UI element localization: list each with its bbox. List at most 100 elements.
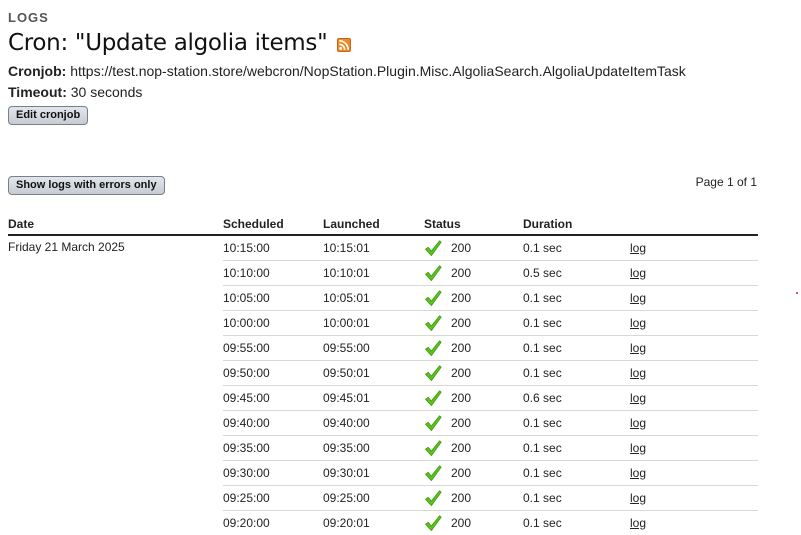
scheduled-time: 10:05:00 [223, 285, 323, 311]
launched-time: 10:05:01 [323, 285, 424, 311]
status-code: 200 [451, 341, 472, 355]
launched-time: 09:30:01 [323, 460, 424, 486]
log-link[interactable]: log [630, 416, 646, 430]
show-errors-only-button[interactable]: Show logs with errors only [8, 176, 165, 195]
duration-value: 0.1 sec [523, 360, 630, 386]
log-link[interactable]: log [630, 266, 646, 280]
status-code: 200 [451, 266, 472, 280]
duration-value: 0.6 sec [523, 385, 630, 411]
launched-time: 09:55:00 [323, 335, 424, 361]
launched-time: 09:25:00 [323, 485, 424, 511]
green-check-icon [424, 389, 442, 407]
status-code: 200 [451, 316, 472, 330]
rss-feed-icon[interactable] [337, 38, 352, 52]
log-link[interactable]: log [630, 391, 646, 405]
cronjob-line: Cronjob: https://test.nop-station.store/… [8, 63, 686, 79]
column-header-duration: Duration [523, 212, 630, 236]
column-header-scheduled: Scheduled [223, 212, 323, 236]
log-cell: log [630, 510, 758, 535]
scheduled-time: 09:30:00 [223, 460, 323, 486]
green-check-icon [424, 239, 442, 257]
column-header-date: Date [8, 212, 223, 236]
timeout-line: Timeout: 30 seconds [8, 84, 142, 100]
status-cell: 200 [424, 285, 523, 311]
scheduled-time: 10:15:00 [223, 235, 323, 261]
status-cell: 200 [424, 360, 523, 386]
log-cell: log [630, 285, 758, 311]
duration-value: 0.1 sec [523, 485, 630, 511]
status-code: 200 [451, 466, 472, 480]
duration-value: 0.1 sec [523, 410, 630, 436]
table-header-row: Date Scheduled Launched Status Duration [8, 212, 758, 236]
column-header-log [630, 212, 758, 236]
status-code: 200 [451, 366, 472, 380]
log-link[interactable]: log [630, 341, 646, 355]
green-check-icon [424, 314, 442, 332]
green-check-icon [424, 489, 442, 507]
cronjob-label: Cronjob: [8, 63, 67, 79]
log-cell: log [630, 460, 758, 486]
log-link[interactable]: log [630, 491, 646, 505]
log-link[interactable]: log [630, 316, 646, 330]
scheduled-time: 09:45:00 [223, 385, 323, 411]
status-cell: 200 [424, 385, 523, 411]
logs-table: Date Scheduled Launched Status Duration … [8, 212, 758, 535]
log-rows: Friday 21 March 2025 10:15:00 10:15:01 200 0… [8, 235, 758, 535]
green-check-icon [424, 464, 442, 482]
duration-value: 0.1 sec [523, 460, 630, 486]
status-code: 200 [451, 391, 472, 405]
launched-time: 10:10:01 [323, 260, 424, 286]
launched-time: 09:50:01 [323, 360, 424, 386]
scheduled-time: 09:55:00 [223, 335, 323, 361]
green-check-icon [424, 514, 442, 532]
log-cell: log [630, 235, 758, 261]
status-cell: 200 [424, 485, 523, 511]
log-link[interactable]: log [630, 241, 646, 255]
status-code: 200 [451, 416, 472, 430]
duration-value: 0.5 sec [523, 260, 630, 286]
log-cell: log [630, 260, 758, 286]
status-cell: 200 [424, 460, 523, 486]
scheduled-time: 09:25:00 [223, 485, 323, 511]
status-cell: 200 [424, 435, 523, 461]
log-cell: log [630, 410, 758, 436]
status-code: 200 [451, 241, 472, 255]
status-code: 200 [451, 291, 472, 305]
log-link[interactable]: log [630, 291, 646, 305]
green-check-icon [424, 339, 442, 357]
log-cell: log [630, 435, 758, 461]
status-code: 200 [451, 516, 472, 530]
log-link[interactable]: log [630, 441, 646, 455]
log-link[interactable]: log [630, 466, 646, 480]
green-check-icon [424, 364, 442, 382]
log-cell: log [630, 385, 758, 411]
duration-value: 0.1 sec [523, 310, 630, 336]
scheduled-time: 09:50:00 [223, 360, 323, 386]
status-code: 200 [451, 491, 472, 505]
log-link[interactable]: log [630, 516, 646, 530]
log-link[interactable]: log [630, 366, 646, 380]
pagination-info: Page 1 of 1 [695, 175, 757, 189]
duration-value: 0.1 sec [523, 235, 630, 261]
scheduled-time: 10:10:00 [223, 260, 323, 286]
scheduled-time: 09:20:00 [223, 510, 323, 535]
log-cell: log [630, 335, 758, 361]
duration-value: 0.1 sec [523, 510, 630, 535]
scheduled-time: 09:40:00 [223, 410, 323, 436]
launched-time: 10:15:01 [323, 235, 424, 261]
timeout-label: Timeout: [8, 84, 67, 100]
edit-cronjob-button[interactable]: Edit cronjob [8, 106, 89, 125]
status-cell: 200 [424, 235, 523, 261]
green-check-icon [424, 264, 442, 282]
section-label: LOGS [8, 10, 49, 25]
duration-value: 0.1 sec [523, 335, 630, 361]
stray-dot [796, 292, 798, 294]
status-cell: 200 [424, 410, 523, 436]
launched-time: 09:35:00 [323, 435, 424, 461]
green-check-icon [424, 414, 442, 432]
column-header-launched: Launched [323, 212, 424, 236]
log-cell: log [630, 485, 758, 511]
duration-value: 0.1 sec [523, 285, 630, 311]
cronjob-url: https://test.nop-station.store/webcron/N… [70, 63, 686, 79]
launched-time: 09:40:00 [323, 410, 424, 436]
